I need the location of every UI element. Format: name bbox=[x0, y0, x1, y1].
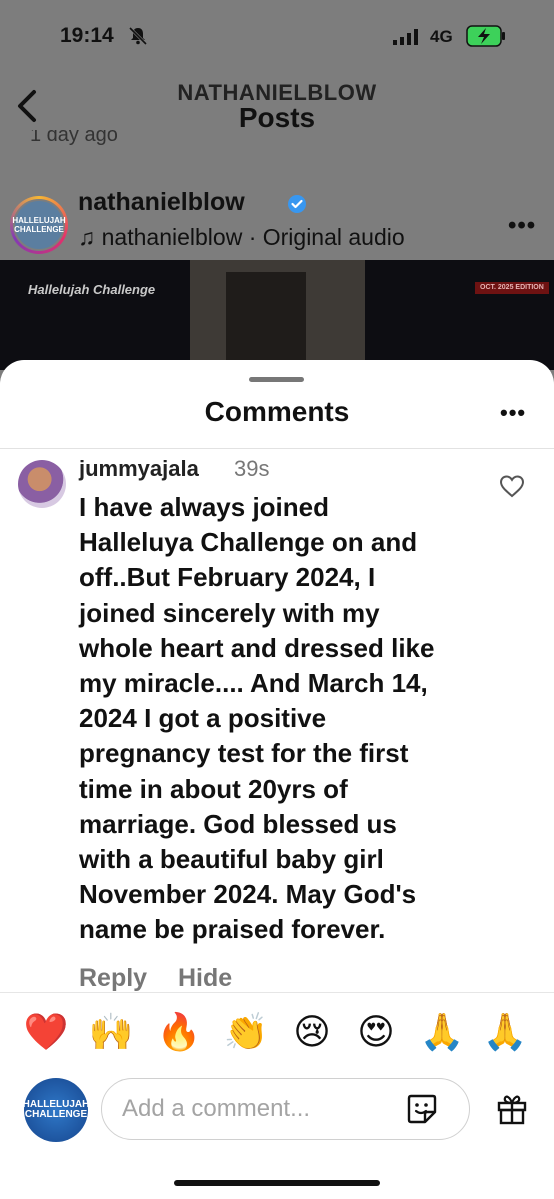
sheet-more-icon[interactable]: ••• bbox=[500, 400, 526, 426]
sheet-divider bbox=[0, 448, 554, 449]
emoji-pray[interactable]: 🙏 bbox=[481, 1008, 529, 1056]
quick-emoji-row: ❤️ 🙌 🔥 👏 😢 😍 🙏 🙏 bbox=[0, 1008, 554, 1058]
video-logo: Hallelujah Challenge bbox=[28, 282, 156, 297]
emoji-heart-eyes[interactable]: 😍 bbox=[352, 1008, 400, 1056]
post-username[interactable]: nathanielblow bbox=[78, 188, 245, 217]
emoji-pray[interactable]: 🙏 bbox=[418, 1008, 466, 1056]
comment-line: marriage. God blessed us bbox=[79, 808, 397, 839]
sticker-icon[interactable] bbox=[405, 1092, 439, 1126]
sheet-title: Comments bbox=[204, 396, 350, 427]
gift-icon[interactable] bbox=[495, 1092, 529, 1126]
bell-muted-icon bbox=[128, 26, 148, 46]
status-time: 19:14 bbox=[60, 24, 114, 47]
reply-button[interactable]: Reply bbox=[79, 964, 147, 993]
video-frame bbox=[190, 260, 365, 370]
home-indicator bbox=[174, 1180, 380, 1186]
video-door bbox=[226, 272, 306, 370]
comment-line: off..But February 2024, I bbox=[79, 562, 376, 593]
emoji-fire[interactable]: 🔥 bbox=[155, 1008, 203, 1056]
post-author-row: HALLELUJAH CHALLENGE nathanielblow ♫ nat… bbox=[0, 182, 554, 262]
like-heart-icon[interactable] bbox=[499, 474, 525, 498]
commenter-username[interactable]: jummyajala bbox=[79, 456, 199, 482]
post-more-icon[interactable]: ••• bbox=[508, 212, 536, 240]
comment-line: name be praised forever. bbox=[79, 914, 386, 945]
post-avatar[interactable]: HALLELUJAH CHALLENGE bbox=[10, 196, 68, 254]
comment-line: pregnancy test for the first bbox=[79, 738, 409, 769]
comment-text: I have always joined Halleluya Challenge… bbox=[79, 490, 484, 948]
emoji-crying[interactable]: 😢 bbox=[288, 1008, 336, 1056]
comment-timestamp: 39s bbox=[234, 456, 270, 481]
current-user-avatar: HALLELUJAH CHALLENGE bbox=[23, 1078, 89, 1142]
emoji-divider bbox=[0, 992, 554, 993]
post-time-ago: 1 day ago bbox=[30, 130, 118, 146]
battery-charging-icon bbox=[466, 25, 505, 47]
comment-line: November 2024. May God's bbox=[79, 879, 417, 910]
commenter-avatar[interactable] bbox=[18, 460, 66, 508]
signal-icon bbox=[393, 29, 418, 45]
comment-line: time in about 20yrs of bbox=[79, 773, 348, 804]
comment-line: joined sincerely with my bbox=[79, 597, 380, 628]
hide-button[interactable]: Hide bbox=[178, 964, 232, 993]
comment-line: 2024 I got a positive bbox=[79, 703, 327, 734]
sheet-drag-handle[interactable] bbox=[249, 377, 304, 382]
post-video[interactable]: Hallelujah Challenge OCT. 2025 EDITION bbox=[0, 260, 554, 370]
comments-sheet: Comments ••• jummyajala 39s I have alway… bbox=[0, 360, 554, 1199]
video-edition-badge: OCT. 2025 EDITION bbox=[475, 282, 549, 294]
comment-line: Halleluya Challenge on and bbox=[79, 527, 418, 558]
comment-item: jummyajala 39s I have always joined Hall… bbox=[0, 454, 554, 994]
network-type: 4G bbox=[430, 27, 453, 46]
verified-badge-icon bbox=[288, 195, 306, 213]
post-audio-link[interactable]: ♫ nathanielblow · Original audio bbox=[78, 224, 405, 251]
emoji-heart[interactable]: ❤️ bbox=[22, 1008, 70, 1056]
comment-line: with a beautiful baby girl bbox=[79, 844, 384, 875]
comment-composer: HALLELUJAH CHALLENGE bbox=[0, 1074, 554, 1144]
emoji-raised-hands[interactable]: 🙌 bbox=[87, 1008, 135, 1056]
comment-line: whole heart and dressed like bbox=[79, 632, 435, 663]
comment-line: my miracle.... And March 14, bbox=[79, 668, 428, 699]
emoji-clapping[interactable]: 👏 bbox=[222, 1008, 270, 1056]
comment-line: I have always joined bbox=[79, 492, 329, 522]
status-bar: 19:14 4G bbox=[0, 0, 554, 74]
